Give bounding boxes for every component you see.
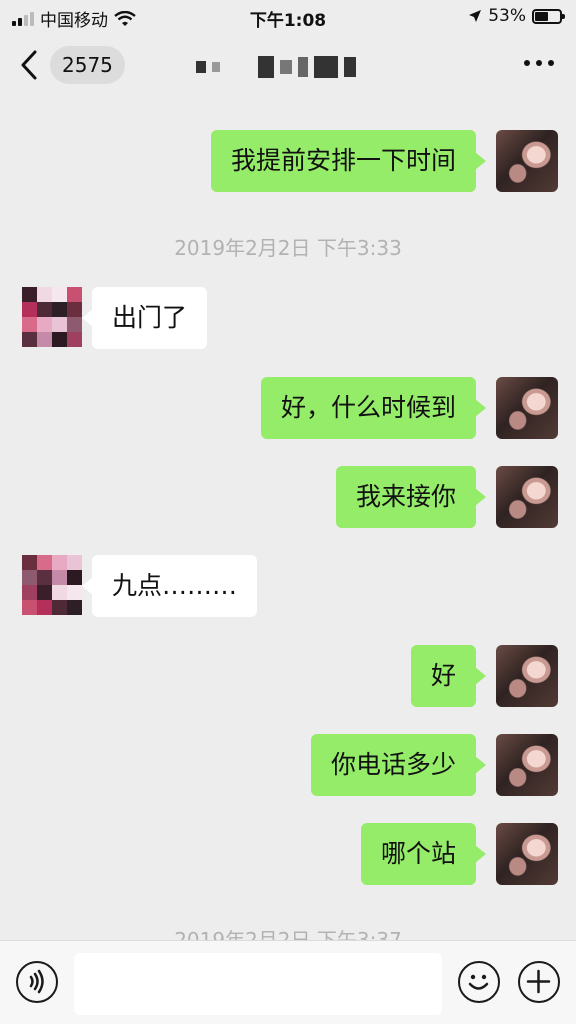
chat-title-pixelated xyxy=(196,56,356,78)
emoji-icon[interactable] xyxy=(458,961,500,1003)
my-avatar[interactable] xyxy=(496,645,558,707)
message-outgoing: 好 xyxy=(0,645,576,707)
battery-percent: 53% xyxy=(488,6,526,26)
smiley-face-icon xyxy=(468,974,489,990)
my-avatar[interactable] xyxy=(496,377,558,439)
plus-sign-icon xyxy=(526,969,551,994)
message-bubble[interactable]: 我来接你 xyxy=(335,466,487,528)
voice-waves-icon xyxy=(29,969,44,994)
message-bubble[interactable]: 出门了 xyxy=(81,287,208,349)
chat-input-bar xyxy=(0,940,576,1024)
message-incoming: 九点……… xyxy=(0,555,576,617)
message-bubble[interactable]: 我提前安排一下时间 xyxy=(210,130,487,192)
message-outgoing: 好，什么时候到 xyxy=(0,377,576,439)
message-bubble[interactable]: 哪个站 xyxy=(360,823,487,885)
status-bar: 中国移动 下午1:08 53% xyxy=(0,0,576,36)
message-bubble[interactable]: 好，什么时候到 xyxy=(260,377,487,439)
message-outgoing: 你电话多少 xyxy=(0,734,576,796)
message-incoming: 出门了 xyxy=(0,287,576,349)
my-avatar[interactable] xyxy=(496,823,558,885)
message-outgoing: 我提前安排一下时间 xyxy=(0,130,576,192)
my-avatar[interactable] xyxy=(496,466,558,528)
status-right: 53% xyxy=(468,6,565,26)
my-avatar[interactable] xyxy=(496,130,558,192)
message-timestamp: 2019年2月2日 下午3:33 xyxy=(174,236,402,260)
message-outgoing: 哪个站 xyxy=(0,823,576,885)
battery-level xyxy=(535,11,548,21)
message-bubble[interactable]: 九点……… xyxy=(81,555,258,617)
battery-icon xyxy=(532,8,565,24)
message-bubble[interactable]: 你电话多少 xyxy=(310,734,487,796)
message-outgoing: 我来接你 xyxy=(0,466,576,528)
more-options-button[interactable] xyxy=(524,60,554,66)
message-bubble[interactable]: 好 xyxy=(410,645,487,707)
location-arrow-icon xyxy=(469,10,482,22)
chat-header: 2575 xyxy=(0,36,576,98)
my-avatar[interactable] xyxy=(496,734,558,796)
message-input[interactable] xyxy=(74,953,442,1015)
plus-icon[interactable] xyxy=(518,961,560,1003)
chevron-left-icon[interactable] xyxy=(18,48,42,82)
contact-avatar[interactable] xyxy=(22,555,82,615)
unread-count-badge[interactable]: 2575 xyxy=(50,46,125,84)
contact-avatar[interactable] xyxy=(22,287,82,347)
voice-icon[interactable] xyxy=(16,961,58,1003)
